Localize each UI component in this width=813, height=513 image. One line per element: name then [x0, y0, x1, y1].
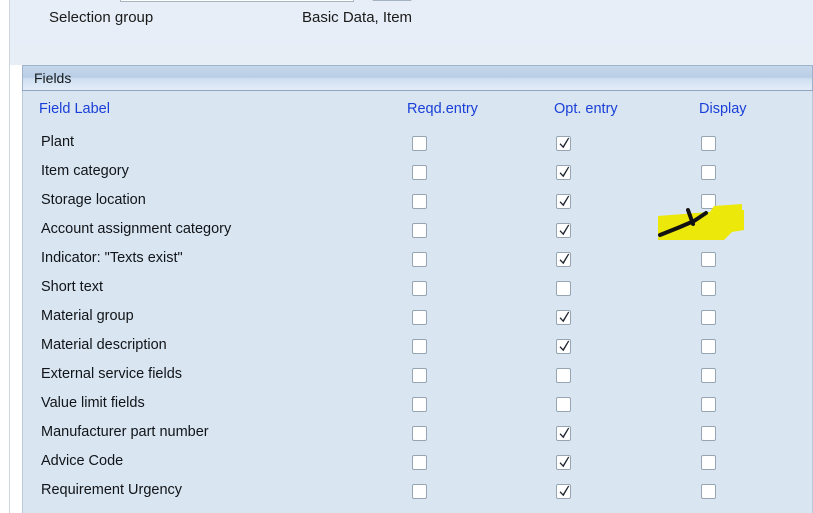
- left-gutter-edge: [9, 0, 10, 513]
- fields-row-list: Plant Item category Storage location Accoun…: [23, 131, 813, 508]
- reqd-entry-checkbox[interactable]: [412, 310, 427, 325]
- field-label-text: External service fields: [41, 366, 183, 382]
- check-mark-icon: [558, 338, 571, 353]
- table-row: Advice Code: [23, 450, 813, 479]
- table-row: Storage location: [23, 189, 813, 218]
- display-checkbox[interactable]: [701, 252, 716, 267]
- column-header-display[interactable]: Display: [699, 101, 747, 117]
- reqd-entry-checkbox[interactable]: [412, 368, 427, 383]
- fields-group-box: Fields Field Label Reqd.entry Opt. entry…: [22, 65, 813, 513]
- display-checkbox[interactable]: [701, 368, 716, 383]
- reqd-entry-checkbox[interactable]: [412, 281, 427, 296]
- check-mark-icon: [558, 309, 571, 324]
- reqd-entry-checkbox[interactable]: [412, 397, 427, 412]
- field-label-text: Item category: [41, 163, 129, 179]
- check-mark-icon: [558, 483, 571, 498]
- table-row: Value limit fields: [23, 392, 813, 421]
- display-checkbox[interactable]: [701, 310, 716, 325]
- display-checkbox[interactable]: [701, 484, 716, 499]
- field-label-text: Manufacturer part number: [41, 424, 209, 440]
- display-checkbox[interactable]: [701, 339, 716, 354]
- reqd-entry-checkbox[interactable]: [412, 455, 427, 470]
- opt-entry-checkbox[interactable]: [556, 165, 571, 180]
- fields-group-body: Field Label Reqd.entry Opt. entry Displa…: [22, 91, 813, 513]
- display-checkbox[interactable]: [701, 136, 716, 151]
- left-white-gutter: [0, 0, 9, 513]
- selection-group-value: Basic Data, Item: [302, 9, 413, 26]
- form-gap-band: [10, 45, 813, 65]
- opt-entry-checkbox[interactable]: [556, 339, 571, 354]
- field-label-text: Material group: [41, 308, 134, 324]
- table-row: Item category: [23, 160, 813, 189]
- reqd-entry-checkbox[interactable]: [412, 165, 427, 180]
- opt-entry-checkbox[interactable]: [556, 455, 571, 470]
- opt-entry-checkbox[interactable]: [556, 252, 571, 267]
- check-mark-icon: [558, 164, 571, 179]
- reqd-entry-checkbox[interactable]: [412, 339, 427, 354]
- check-mark-icon: [558, 425, 571, 440]
- opt-entry-checkbox[interactable]: [556, 484, 571, 499]
- column-header-opt-entry[interactable]: Opt. entry: [554, 101, 618, 117]
- table-row: Manufacturer part number: [23, 421, 813, 450]
- opt-entry-checkbox[interactable]: [556, 310, 571, 325]
- field-label-text: Storage location: [41, 192, 146, 208]
- field-label-text: Material description: [41, 337, 167, 353]
- cut-off-text-input[interactable]: [120, 0, 354, 2]
- display-checkbox[interactable]: [701, 397, 716, 412]
- cut-off-action-button[interactable]: [372, 0, 412, 1]
- column-header-reqd-entry[interactable]: Reqd.entry: [407, 101, 478, 117]
- table-row: Requirement Urgency: [23, 479, 813, 508]
- field-label-text: Value limit fields: [41, 395, 145, 411]
- fields-group-header: Fields: [22, 65, 813, 90]
- sap-field-selection-screen: Selection group Basic Data, Item Fields …: [0, 0, 813, 513]
- table-row: Plant: [23, 131, 813, 160]
- display-checkbox[interactable]: [701, 426, 716, 441]
- table-row: External service fields: [23, 363, 813, 392]
- check-mark-icon: [558, 135, 571, 150]
- selection-group-label: Selection group: [49, 9, 154, 26]
- reqd-entry-checkbox[interactable]: [412, 426, 427, 441]
- field-label-text: Account assignment category: [41, 221, 232, 237]
- table-row: Material group: [23, 305, 813, 334]
- opt-entry-checkbox[interactable]: [556, 223, 571, 238]
- display-checkbox[interactable]: [701, 194, 716, 209]
- opt-entry-checkbox[interactable]: [556, 194, 571, 209]
- opt-entry-checkbox[interactable]: [556, 368, 571, 383]
- fields-group-title: Fields: [34, 70, 72, 86]
- column-header-field-label[interactable]: Field Label: [39, 101, 110, 117]
- field-label-text: Plant: [41, 134, 75, 150]
- opt-entry-checkbox[interactable]: [556, 136, 571, 151]
- display-checkbox[interactable]: [701, 455, 716, 470]
- field-label-text: Advice Code: [41, 453, 124, 469]
- reqd-entry-checkbox[interactable]: [412, 223, 427, 238]
- table-row: Account assignment category: [23, 218, 813, 247]
- opt-entry-checkbox[interactable]: [556, 426, 571, 441]
- reqd-entry-checkbox[interactable]: [412, 484, 427, 499]
- table-row: Material description: [23, 334, 813, 363]
- opt-entry-checkbox[interactable]: [556, 281, 571, 296]
- reqd-entry-checkbox[interactable]: [412, 252, 427, 267]
- opt-entry-checkbox[interactable]: [556, 397, 571, 412]
- reqd-entry-checkbox[interactable]: [412, 194, 427, 209]
- display-checkbox[interactable]: [701, 165, 716, 180]
- field-label-text: Short text: [41, 279, 104, 295]
- reqd-entry-checkbox[interactable]: [412, 136, 427, 151]
- check-mark-icon: [558, 193, 571, 208]
- check-mark-icon: [558, 454, 571, 469]
- check-mark-icon: [558, 251, 571, 266]
- field-label-text: Indicator: "Texts exist": [41, 250, 183, 266]
- display-checkbox[interactable]: [701, 223, 716, 238]
- table-row: Indicator: "Texts exist": [23, 247, 813, 276]
- check-mark-icon: [558, 222, 571, 237]
- field-label-text: Requirement Urgency: [41, 482, 183, 498]
- display-checkbox[interactable]: [701, 281, 716, 296]
- table-row: Short text: [23, 276, 813, 305]
